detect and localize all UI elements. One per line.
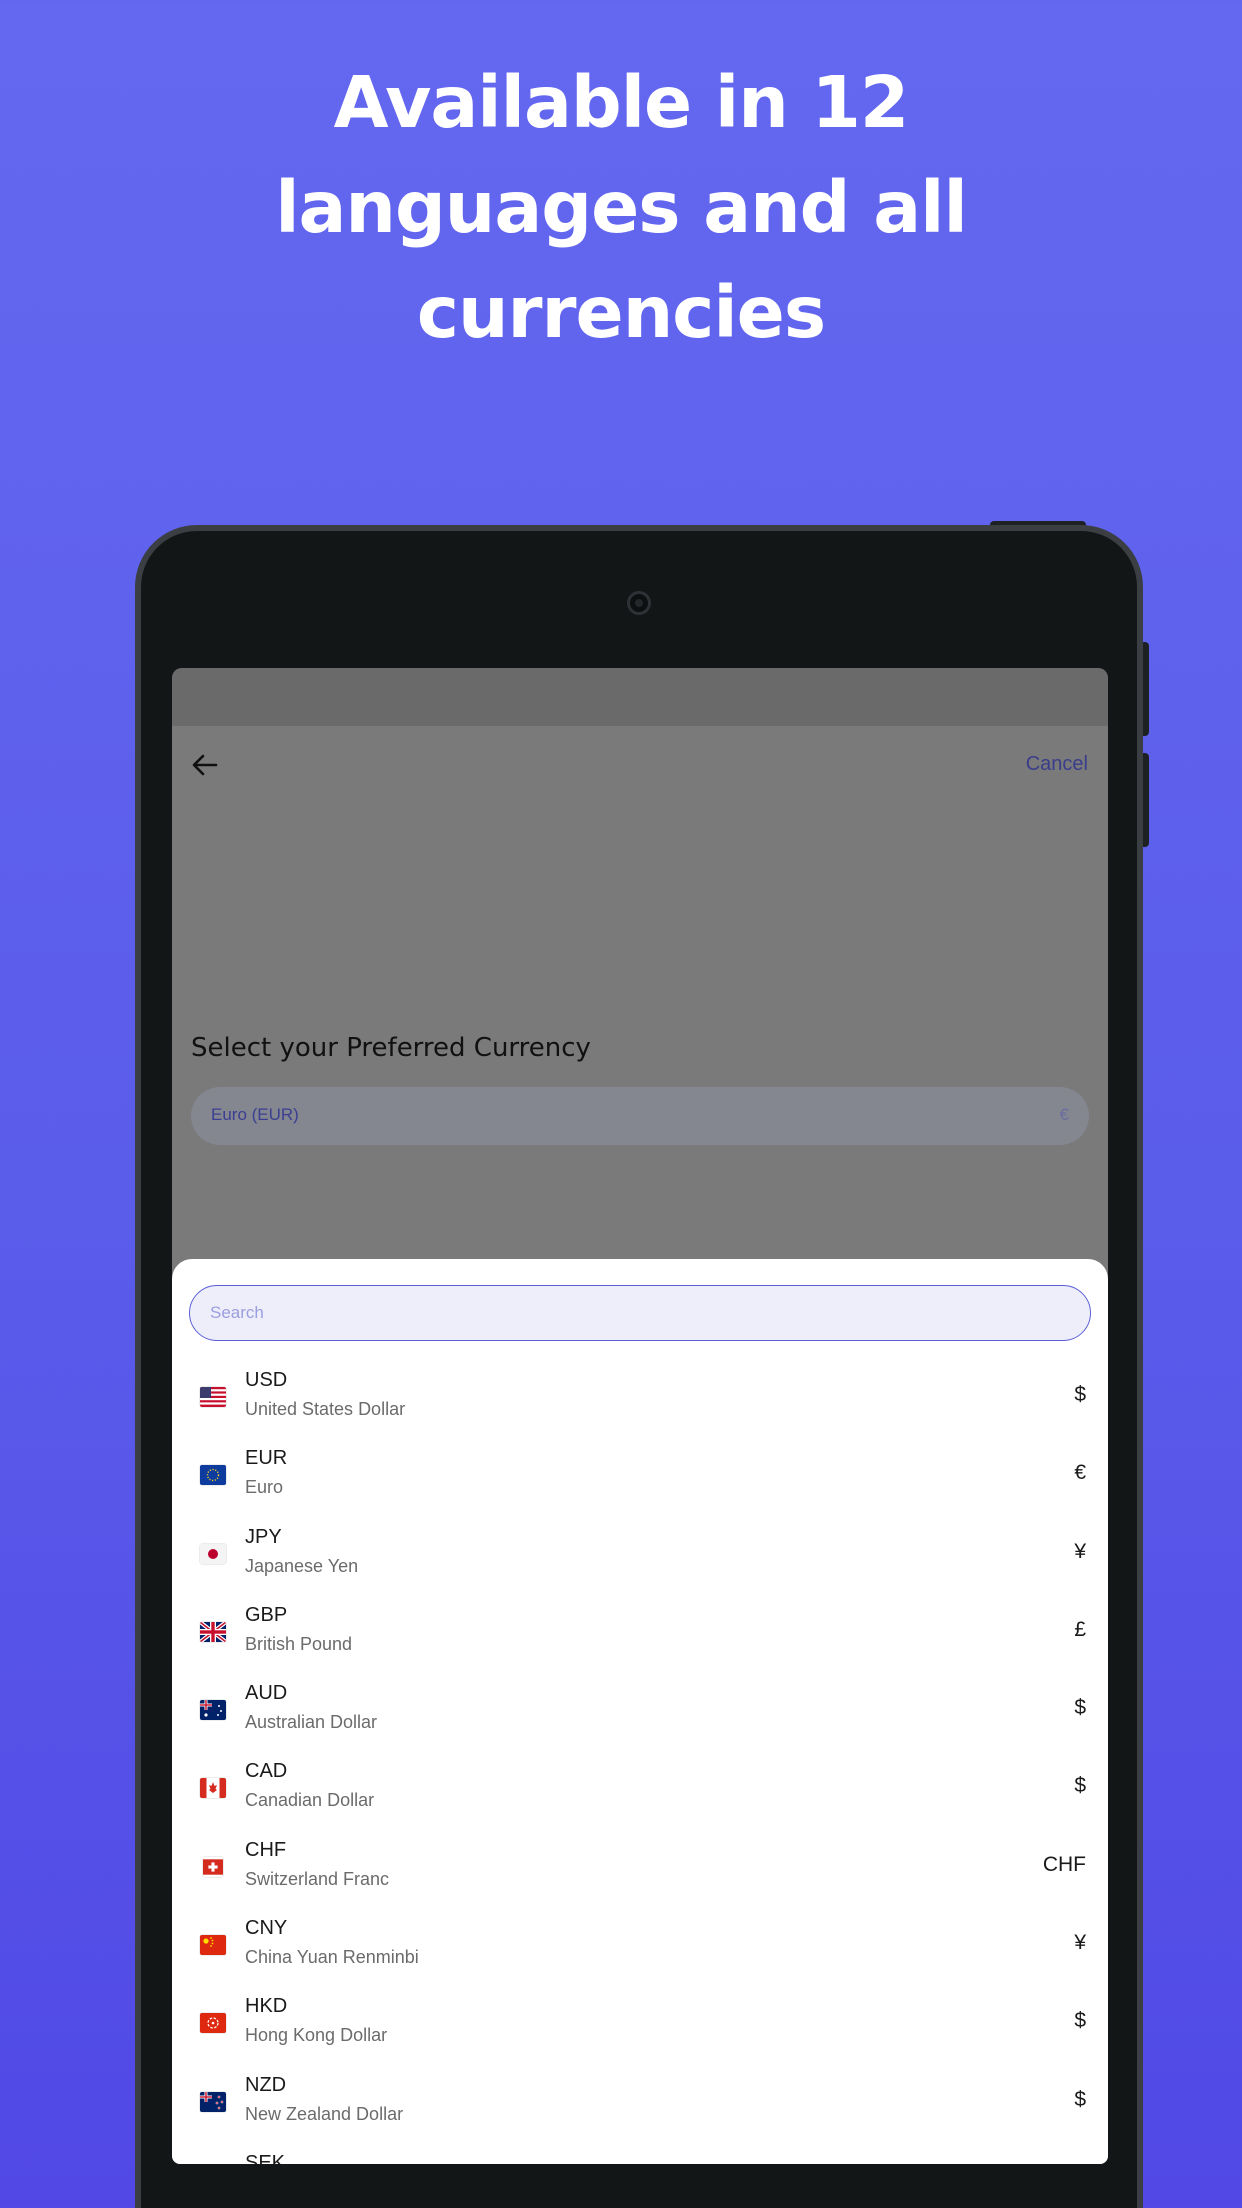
ch-flag-icon [203, 1859, 223, 1875]
currency-name: China Yuan Renminbi [245, 1947, 419, 1968]
currency-symbol: € [1074, 1461, 1086, 1485]
currency-list: USD United States Dollar $ EUR Euro € JP… [172, 1359, 1108, 2164]
currency-code: NZD [245, 2073, 287, 2096]
currency-code: EUR [245, 1447, 288, 1470]
page-title: Select your Preferred Currency [191, 1033, 591, 1063]
headline-line-2: languages and all [275, 166, 968, 249]
currency-row-eur[interactable]: EUR Euro € [172, 1437, 1108, 1515]
selected-currency-value: Euro (EUR) [211, 1105, 299, 1124]
status-bar [172, 668, 1108, 726]
currency-name: Switzerland Franc [245, 1868, 390, 1889]
search-input[interactable] [189, 1285, 1091, 1341]
jp-flag-icon [200, 1543, 226, 1564]
currency-code: USD [245, 1369, 288, 1391]
currency-row-gbp[interactable]: GBP British Pound £ [172, 1594, 1108, 1672]
cn-flag-icon [200, 1935, 226, 1956]
currency-name: New Zealand Dollar [245, 2103, 404, 2124]
ca-flag-icon [200, 1778, 226, 1799]
currency-picker-sheet: USD United States Dollar $ EUR Euro € JP… [172, 1259, 1108, 2164]
cancel-button[interactable]: Cancel [1026, 753, 1088, 776]
currency-symbol: CHF [1042, 1852, 1086, 1876]
currency-code: GBP [245, 1603, 288, 1626]
currency-code: SEK [245, 2151, 286, 2164]
currency-name: Hong Kong Dollar [245, 2025, 388, 2046]
currency-row-hkd[interactable]: HKD Hong Kong Dollar $ [172, 1985, 1108, 2063]
headline-line-1: Available in 12 [333, 61, 910, 144]
currency-row-sek[interactable]: SEK [172, 2142, 1108, 2164]
currency-name: Japanese Yen [245, 1555, 359, 1576]
currency-row-nzd[interactable]: NZD New Zealand Dollar $ [172, 2064, 1108, 2142]
gb-flag-icon [200, 1621, 226, 1642]
hk-flag-icon [200, 2013, 226, 2034]
currency-symbol: £ [1074, 1617, 1086, 1641]
currency-row-usd[interactable]: USD United States Dollar $ [172, 1359, 1108, 1437]
selected-currency-symbol: € [1059, 1105, 1069, 1124]
device-screen: Cancel Select your Preferred Currency Eu… [172, 668, 1108, 2164]
currency-row-chf[interactable]: CHF Switzerland Franc CHF [172, 1829, 1108, 1907]
currency-code: CAD [245, 1760, 288, 1783]
au-flag-icon [200, 1700, 226, 1721]
currency-symbol: $ [1074, 1383, 1086, 1406]
currency-symbol: $ [1074, 2009, 1086, 2033]
currency-name: Euro [245, 1477, 284, 1498]
currency-symbol: ¥ [1074, 1539, 1086, 1563]
currency-row-jpy[interactable]: JPY Japanese Yen ¥ [172, 1516, 1108, 1594]
marketing-headline: Available in 12 languages and all curren… [0, 50, 1242, 365]
nz-flag-icon [200, 2091, 226, 2112]
us-flag-icon [200, 1387, 226, 1407]
currency-symbol: $ [1074, 1696, 1086, 1720]
currency-name: United States Dollar [245, 1399, 406, 1419]
camera-icon [627, 591, 651, 615]
currency-row-cad[interactable]: CAD Canadian Dollar $ [172, 1750, 1108, 1828]
currency-symbol: $ [1074, 1774, 1086, 1798]
currency-code: HKD [245, 1995, 288, 2018]
currency-code: CHF [245, 1838, 287, 1861]
eu-flag-icon [200, 1465, 226, 1486]
currency-name: Australian Dollar [245, 1712, 378, 1733]
currency-symbol: ¥ [1074, 1931, 1086, 1955]
headline-line-3: currencies [416, 271, 826, 354]
currency-name: British Pound [245, 1633, 353, 1654]
arrow-left-icon[interactable] [190, 750, 220, 780]
currency-select-field[interactable]: Euro (EUR) € [191, 1087, 1089, 1145]
currency-row-cny[interactable]: CNY China Yuan Renminbi ¥ [172, 1907, 1108, 1985]
currency-code: CNY [245, 1917, 288, 1940]
currency-code: JPY [245, 1525, 282, 1548]
currency-symbol: $ [1074, 2087, 1086, 2111]
currency-code: AUD [245, 1682, 288, 1705]
currency-name: Canadian Dollar [245, 1790, 375, 1811]
currency-row-aud[interactable]: AUD Australian Dollar $ [172, 1672, 1108, 1750]
